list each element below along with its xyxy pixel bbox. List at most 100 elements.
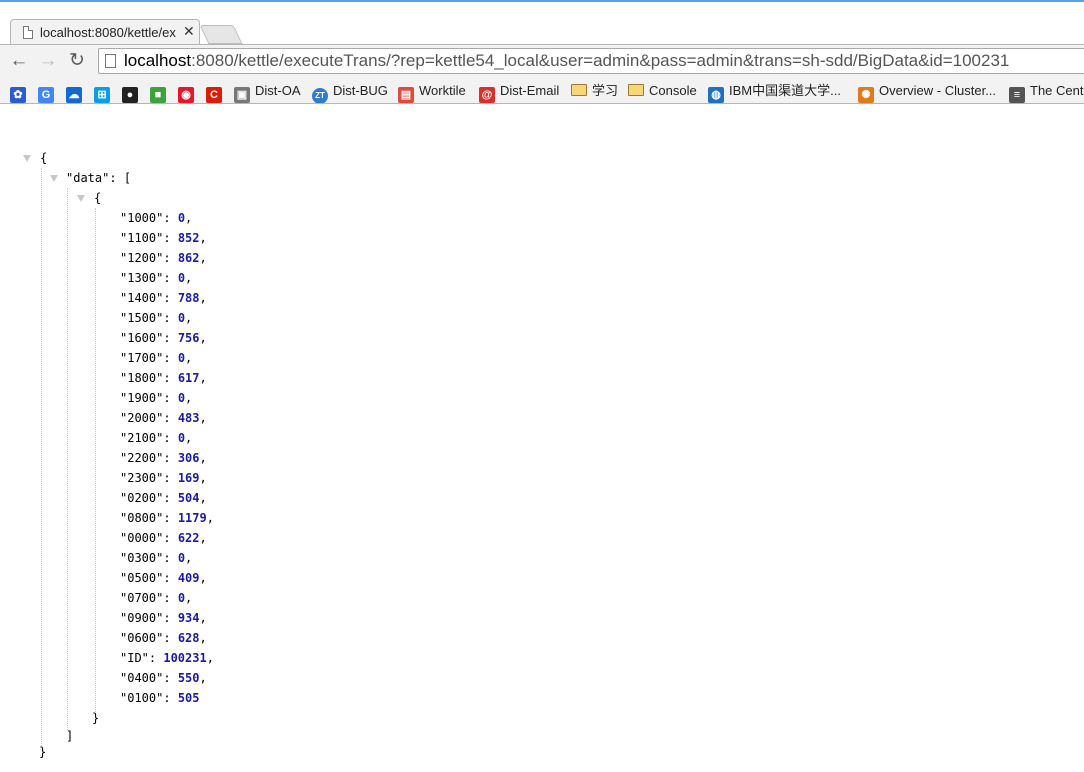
json-root-close: } — [39, 745, 47, 759]
email-icon: @ — [479, 87, 495, 103]
json-number-value: 0 — [177, 311, 186, 325]
json-entry: "0300": 0, — [120, 551, 193, 565]
collapse-toggle-icon[interactable] — [77, 195, 85, 202]
indent-guide — [67, 188, 68, 730]
json-number-value: 0 — [177, 211, 186, 225]
worktile-icon: ▤ — [398, 87, 414, 103]
json-entry: "1100": 852, — [120, 231, 207, 245]
red-c-icon: C — [206, 87, 222, 103]
json-comma: , — [199, 491, 207, 505]
url-text[interactable]: localhost:8080/kettle/executeTrans/?rep=… — [124, 51, 1009, 71]
bookmark-label: Dist-BUG — [333, 83, 388, 98]
tab-close-icon[interactable]: ✕ — [183, 23, 195, 40]
collapse-toggle-icon[interactable] — [50, 175, 58, 182]
json-number-value: 0 — [177, 591, 186, 605]
baidu-icon: ✿ — [10, 87, 26, 103]
json-number-value: 504 — [177, 491, 200, 505]
bookmark-item[interactable]: ✿ — [10, 81, 31, 103]
json-number-value: 862 — [177, 251, 200, 265]
bookmark-item[interactable]: ■ — [150, 81, 171, 103]
json-number-value: 306 — [177, 451, 200, 465]
indent-guide — [95, 208, 96, 712]
bookmark-item[interactable]: ☁ — [66, 81, 87, 103]
windows-icon: ⊞ — [94, 87, 110, 103]
json-number-value: 0 — [177, 391, 186, 405]
json-comma: , — [199, 411, 207, 425]
new-tab-button[interactable] — [199, 25, 243, 44]
github-icon: ● — [122, 87, 138, 103]
json-entry: "1700": 0, — [120, 351, 193, 365]
json-number-value: 628 — [177, 631, 200, 645]
bookmark-label: Overview - Cluster... — [879, 83, 997, 98]
url-host: localhost — [124, 51, 192, 70]
json-entry: "0000": 622, — [120, 531, 207, 545]
json-number-value: 852 — [177, 231, 200, 245]
bookmark-label: Dist-OA — [255, 83, 301, 98]
tab-title: localhost:8080/kettle/ex — [40, 25, 176, 40]
bookmark-item[interactable]: ◉ — [178, 81, 199, 103]
json-key: "0800" — [120, 511, 164, 525]
google-icon: G — [38, 87, 54, 103]
json-entry: "0800": 1179, — [120, 511, 214, 525]
json-key: "1300" — [120, 271, 164, 285]
url-path: :8080/kettle/executeTrans/?rep=kettle54_… — [191, 51, 1010, 70]
json-comma: , — [199, 471, 207, 485]
json-key: "0600" — [120, 631, 164, 645]
collapse-toggle-icon[interactable] — [23, 155, 31, 162]
bookmark-item[interactable]: ✺ Overview - Cluster... — [858, 81, 997, 103]
bookmark-item[interactable]: ▤ Worktile — [398, 81, 466, 103]
bookmark-label: Dist-Email — [500, 83, 560, 98]
bookmark-label: 学习 — [592, 83, 619, 98]
json-number-value: 550 — [177, 671, 200, 685]
json-key: "1900" — [120, 391, 164, 405]
bookmark-item[interactable]: 学习 — [571, 81, 618, 101]
bookmark-label: Console — [649, 83, 697, 98]
bookmark-item[interactable]: ◍ IBM中国渠道大学... — [708, 81, 841, 103]
page-info-icon[interactable] — [105, 54, 116, 68]
json-comma: , — [199, 291, 207, 305]
json-key: "0100" — [120, 691, 164, 705]
json-comma: , — [185, 591, 193, 605]
bookmark-item[interactable]: G — [38, 81, 59, 103]
json-comma: , — [199, 611, 207, 625]
json-comma: , — [185, 551, 193, 565]
json-key: "0500" — [120, 571, 164, 585]
bookmark-item[interactable]: @ Dist-Email — [479, 81, 560, 103]
json-key: "1000" — [120, 211, 164, 225]
address-bar[interactable]: localhost:8080/kettle/executeTrans/?rep=… — [98, 48, 1084, 74]
bookmark-item[interactable]: Console — [628, 81, 697, 101]
json-comma: , — [185, 211, 193, 225]
bookmark-item[interactable]: ▣ Dist-OA — [234, 81, 301, 103]
json-data-line: "data": [ — [66, 171, 132, 185]
json-entry: "1900": 0, — [120, 391, 193, 405]
bookmark-item[interactable]: ● — [122, 81, 143, 103]
json-entry: "2300": 169, — [120, 471, 207, 485]
page-icon — [23, 26, 33, 39]
back-arrow-icon[interactable]: ← — [8, 50, 30, 72]
json-key: "1800" — [120, 371, 164, 385]
json-entry: "2100": 0, — [120, 431, 193, 445]
json-key: "data" — [66, 171, 110, 185]
json-key: "2200" — [120, 451, 164, 465]
bookmark-item[interactable]: C — [206, 81, 227, 103]
json-number-value: 0 — [177, 551, 186, 565]
json-entry: "0600": 628, — [120, 631, 207, 645]
green-app-icon: ■ — [150, 87, 166, 103]
json-number-value: 0 — [177, 271, 186, 285]
browser-tab[interactable]: localhost:8080/kettle/ex ✕ — [10, 19, 200, 45]
indent-guide — [41, 168, 42, 746]
json-key: "0300" — [120, 551, 164, 565]
reload-icon[interactable]: ↻ — [66, 50, 88, 72]
json-entry: "1600": 756, — [120, 331, 207, 345]
bookmark-item[interactable]: ⊞ — [94, 81, 115, 103]
forward-arrow-icon[interactable]: → — [37, 50, 59, 72]
json-entry: "1400": 788, — [120, 291, 207, 305]
json-comma: , — [199, 451, 207, 465]
bookmark-item[interactable]: ZT Dist-BUG — [312, 81, 388, 103]
json-comma: , — [185, 431, 193, 445]
json-key: "1600" — [120, 331, 164, 345]
json-key: "1400" — [120, 291, 164, 305]
json-number-value: 622 — [177, 531, 200, 545]
json-entry: "1200": 862, — [120, 251, 207, 265]
bookmark-item[interactable]: ≡ The Centr — [1009, 81, 1084, 103]
